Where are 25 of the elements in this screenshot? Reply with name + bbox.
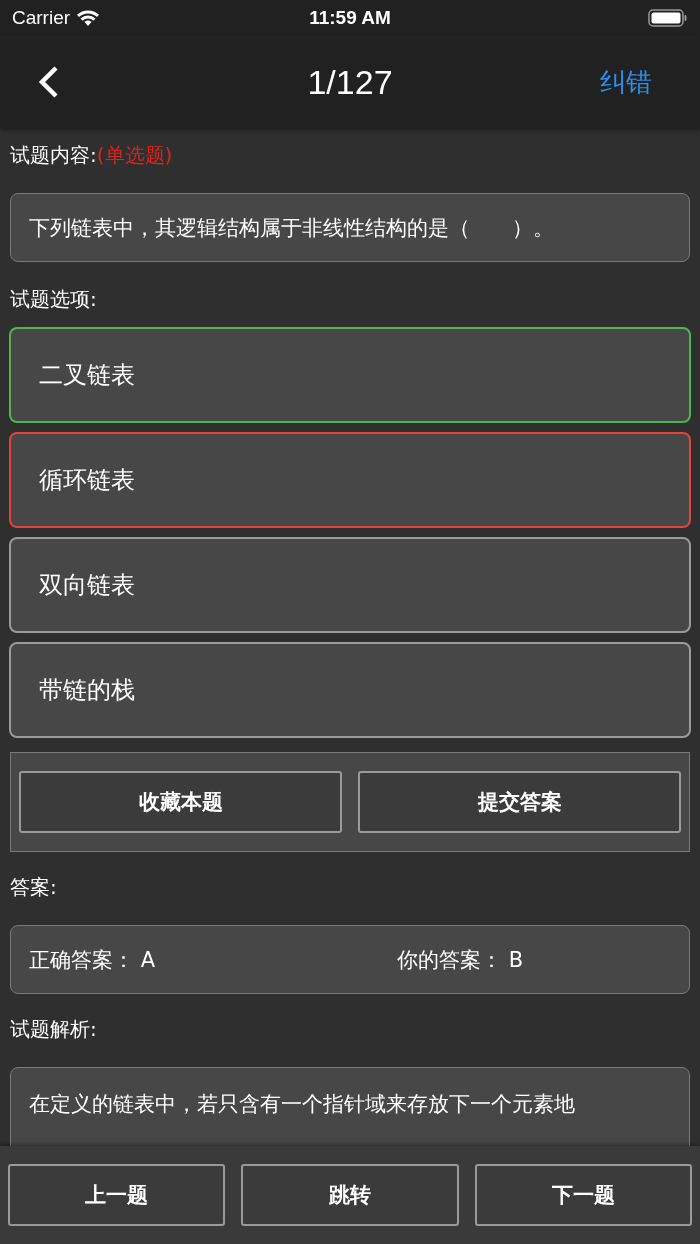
nav-button[interactable]: 上一题 [8,1164,226,1226]
answer-option[interactable]: 二叉链表 [9,327,691,423]
report-error-button[interactable]: 纠错 [600,64,652,100]
answer-option[interactable]: 带链的栈 [9,642,691,738]
explanation-text: 在定义的链表中，若只含有一个指针域来存放下一个元素地 [29,1091,575,1118]
battery-icon [648,8,688,28]
action-button[interactable]: 收藏本题 [19,771,342,833]
answer-option[interactable]: 双向链表 [9,537,691,633]
question-text: 下列链表中，其逻辑结构属于非线性结构的是（ ）。 [10,193,690,262]
question-counter: 1/127 [307,62,393,101]
clock-time: 11:59 AM [309,7,391,28]
nav-button[interactable]: 跳转 [241,1164,459,1226]
section-label: 答案: [10,874,57,901]
nav-button[interactable]: 下一题 [474,1164,692,1226]
back-icon [36,65,60,99]
section-label: 试题选项: [10,286,97,313]
section-label: 试题解析: [10,1016,97,1043]
section-label: 试题内容:(单选题) [10,142,173,169]
correct-answer: 正确答案： A [29,946,157,974]
answer-option[interactable]: 循环链表 [9,432,691,528]
action-button[interactable]: 提交答案 [358,771,681,833]
back-button[interactable] [36,65,60,99]
wifi-icon [76,9,101,27]
your-answer: 你的答案： B [397,946,524,974]
carrier-name: Carrier [12,7,71,29]
